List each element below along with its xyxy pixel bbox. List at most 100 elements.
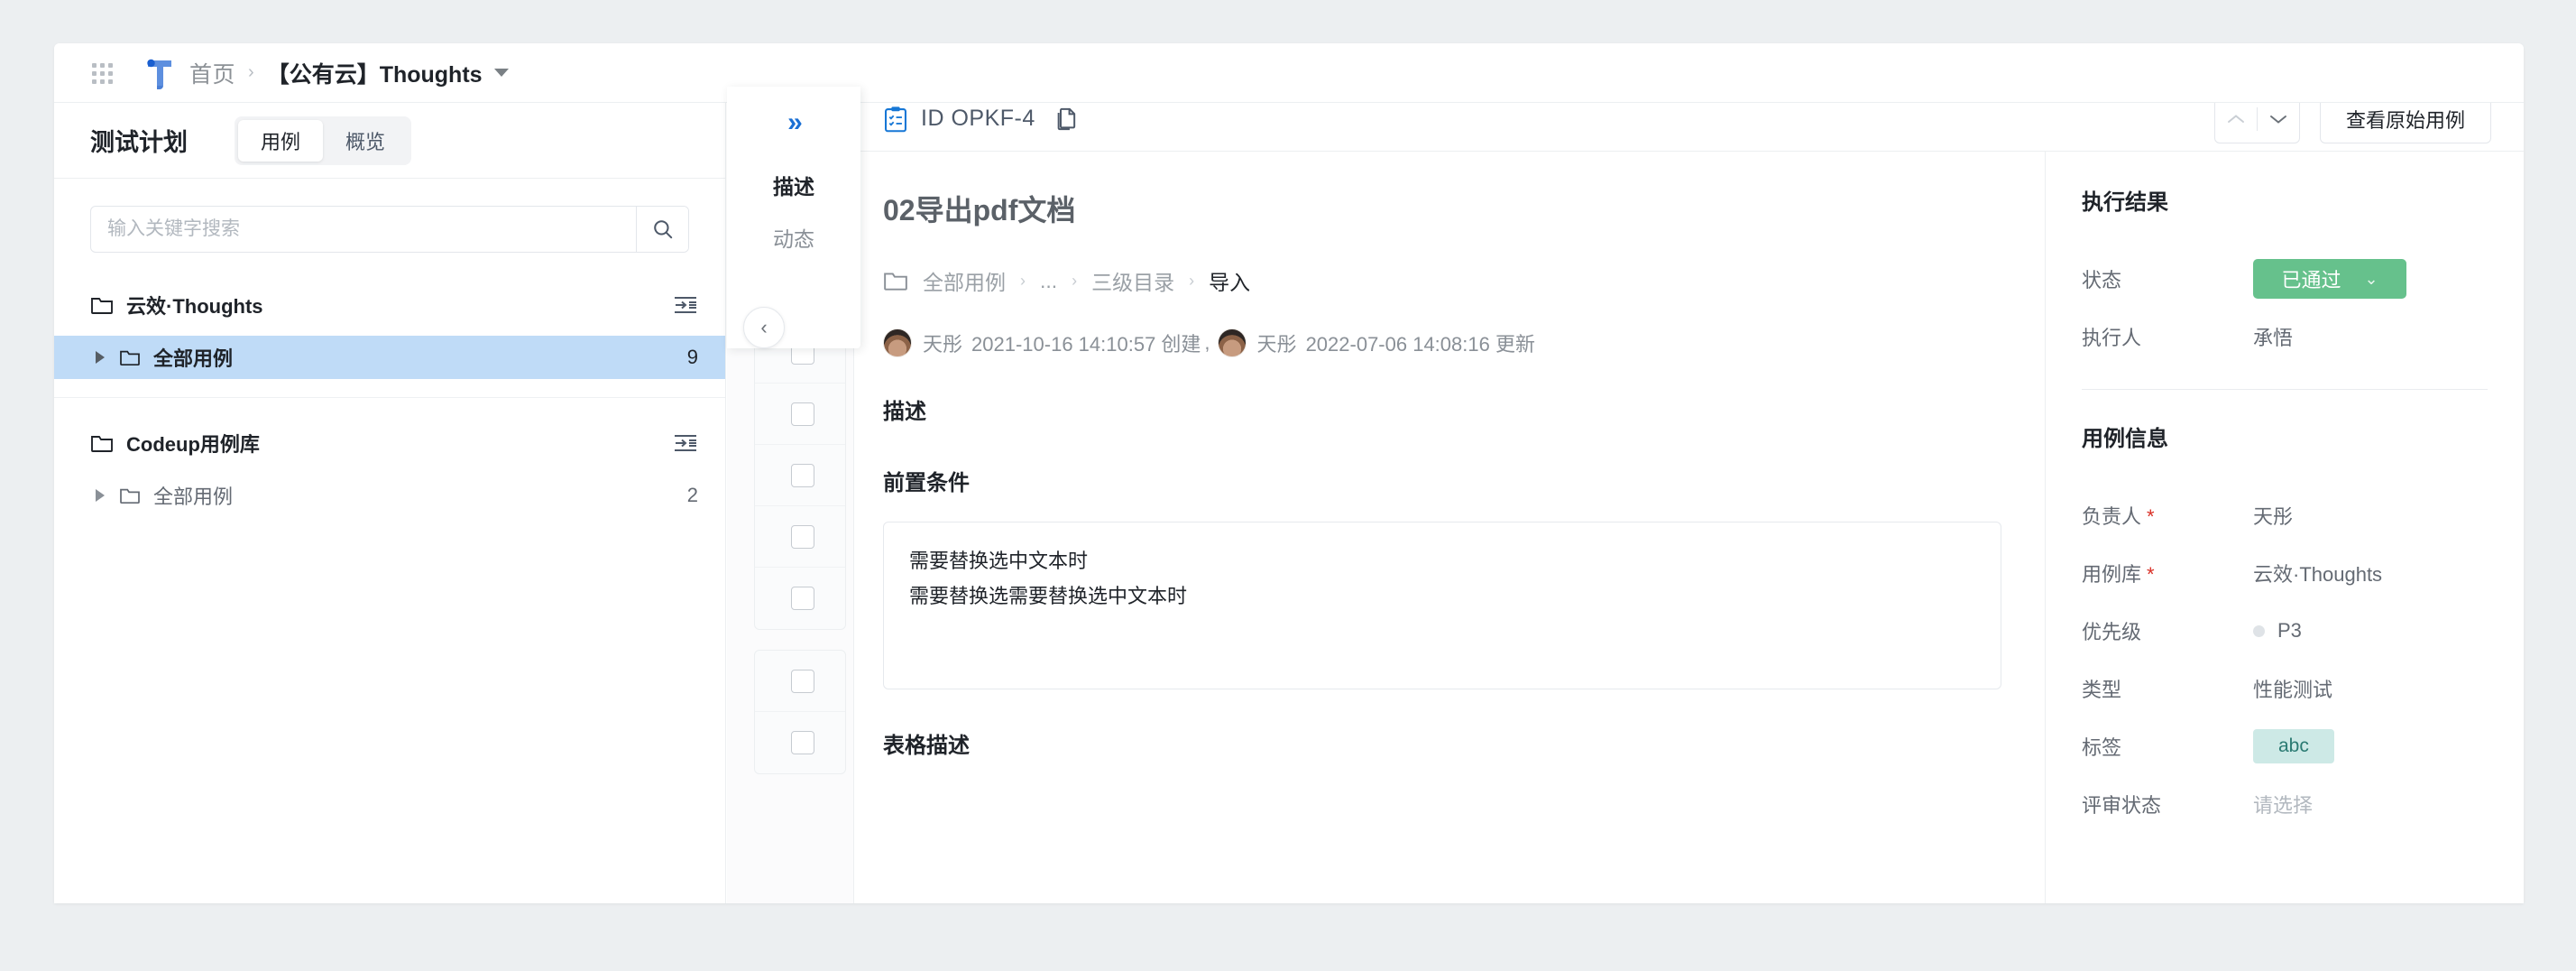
field-value-placeholder[interactable]: 请选择: [2253, 790, 2313, 818]
tag-chip[interactable]: abc: [2253, 729, 2334, 763]
row-checkbox[interactable]: [791, 731, 814, 754]
field-status: 状态 已通过 ⌄: [2082, 250, 2488, 308]
field-priority: 优先级 P3: [2082, 602, 2488, 660]
tab-overview[interactable]: 概览: [323, 120, 408, 162]
field-value[interactable]: 承悟: [2253, 322, 2293, 351]
field-label: 优先级: [2082, 621, 2142, 643]
breadcrumb-separator: ›: [1072, 271, 1078, 290]
field-tags: 标签 abc: [2082, 717, 2488, 775]
field-label-text: 用例库: [2082, 563, 2142, 586]
required-marker: *: [2147, 563, 2155, 586]
breadcrumb-separator: ›: [1189, 271, 1195, 290]
field-label: 标签: [2082, 736, 2122, 759]
search-button[interactable]: [636, 207, 688, 252]
row-checkbox[interactable]: [791, 463, 814, 487]
tree-node-count: 2: [686, 484, 698, 506]
global-topbar: 首页 › 【公有云】Thoughts: [54, 43, 2524, 103]
breadcrumb-current-project[interactable]: 【公有云】Thoughts: [267, 57, 509, 89]
description-heading: 描述: [883, 400, 926, 424]
copy-icon[interactable]: [1055, 106, 1079, 132]
breadcrumb-current-label: 【公有云】Thoughts: [266, 61, 483, 88]
updated-timestamp: 2022-07-06 14:08:16 更新: [1305, 333, 1535, 356]
page-title: 测试计划: [90, 129, 188, 156]
tree-root-label: 云效·Thoughts: [126, 295, 263, 318]
tree-node-label: 全部用例: [153, 347, 234, 370]
avatar: [883, 328, 912, 357]
case-list-row[interactable]: [755, 384, 845, 445]
precondition-line: 需要替换选需要替换选中文本时: [909, 584, 1188, 607]
case-library-tree: 云效·Thoughts 全部用例 9 Codeup用例库 全部用例 2: [54, 253, 725, 535]
folder-icon: [90, 295, 114, 315]
breadcrumb-item-current[interactable]: 导入: [1209, 265, 1250, 296]
breadcrumb-item-all-cases[interactable]: 全部用例: [923, 265, 1006, 296]
row-checkbox[interactable]: [791, 669, 814, 693]
chevron-right-icon[interactable]: [90, 351, 110, 364]
chevron-right-icon[interactable]: [90, 489, 110, 502]
case-id-label: ID OPKF-4: [921, 106, 1035, 131]
priority-dot-icon: [2253, 624, 2265, 637]
execution-result-heading: 执行结果: [2082, 190, 2168, 215]
field-owner: 负责人 * 天彤: [2082, 486, 2488, 544]
field-value[interactable]: 云效·Thoughts: [2253, 559, 2382, 587]
case-list-row[interactable]: [755, 651, 845, 712]
tree-node-all-cases-yunxiao[interactable]: 全部用例 9: [54, 336, 725, 379]
indent-import-icon[interactable]: [673, 294, 698, 316]
folder-icon: [119, 486, 141, 504]
expand-drawer-button[interactable]: »: [727, 87, 860, 159]
required-marker: *: [2147, 505, 2155, 528]
indent-import-icon[interactable]: [673, 432, 698, 454]
apps-grid-icon[interactable]: [92, 62, 119, 84]
sidebar-search-wrap: [54, 179, 725, 253]
field-label: 类型: [2082, 679, 2122, 701]
drawer-tab-activity[interactable]: 动态: [727, 211, 860, 264]
sidebar-header: 测试计划 用例 概览: [54, 103, 725, 179]
row-checkbox[interactable]: [791, 587, 814, 610]
field-value[interactable]: 性能测试: [2253, 674, 2332, 703]
breadcrumb-separator: ›: [1020, 271, 1026, 290]
breadcrumb-home-link[interactable]: 首页: [189, 57, 235, 89]
tree-root-yunxiao[interactable]: 云效·Thoughts: [54, 283, 725, 327]
case-title: 02导出pdf文档: [883, 194, 1076, 227]
status-badge[interactable]: 已通过 ⌄: [2253, 259, 2406, 299]
clipboard-check-icon: [883, 106, 908, 133]
breadcrumb-item-level3[interactable]: 三级目录: [1091, 265, 1174, 296]
case-detail-main: 02导出pdf文档 全部用例 › ... › 三级目录 › 导入 天彤 2021…: [854, 152, 2045, 903]
precondition-textbox[interactable]: 需要替换选中文本时 需要替换选需要替换选中文本时: [883, 522, 2001, 689]
breadcrumb-item-ellipsis[interactable]: ...: [1040, 269, 1057, 293]
folder-icon: [90, 433, 114, 453]
app-window: 首页 › 【公有云】Thoughts 测试计划 用例 概览 输入关键字搜索 云效…: [54, 43, 2524, 903]
priority-value: P3: [2277, 619, 2302, 642]
drawer-tab-description[interactable]: 描述: [727, 159, 860, 211]
chevron-left-icon: ‹: [760, 316, 768, 338]
tree-group-codeup: Codeup用例库 全部用例 2: [54, 397, 725, 535]
case-list-row[interactable]: [755, 568, 845, 629]
tab-cases[interactable]: 用例: [238, 119, 323, 162]
updater-name: 天彤: [1256, 333, 1297, 356]
row-checkbox[interactable]: [791, 524, 814, 549]
precondition-heading: 前置条件: [883, 471, 970, 495]
field-type: 类型 性能测试: [2082, 660, 2488, 717]
tree-root-label: Codeup用例库: [126, 433, 260, 456]
chevron-down-icon: [493, 69, 509, 77]
chevron-down-icon: ⌄: [2364, 269, 2378, 288]
case-list-row[interactable]: [755, 506, 845, 568]
app-root: 首页 › 【公有云】Thoughts 测试计划 用例 概览 输入关键字搜索 云效…: [0, 0, 2576, 971]
field-case-library: 用例库 * 云效·Thoughts: [2082, 544, 2488, 602]
tree-root-codeup[interactable]: Codeup用例库: [54, 421, 725, 465]
row-checkbox[interactable]: [791, 402, 814, 426]
field-label: 执行人: [2082, 327, 2142, 349]
thoughts-logo-icon[interactable]: [143, 55, 177, 91]
search-input[interactable]: [91, 207, 636, 252]
tree-group-yunxiao: 云效·Thoughts 全部用例 9: [54, 283, 725, 397]
precondition-line: 需要替换选中文本时: [909, 550, 1089, 572]
collapse-sidebar-handle[interactable]: ‹: [743, 307, 785, 348]
side-divider: [2082, 389, 2488, 390]
case-list-row[interactable]: [755, 445, 845, 506]
case-list-row[interactable]: [755, 712, 845, 773]
tree-node-all-cases-codeup[interactable]: 全部用例 2: [54, 474, 725, 517]
field-value[interactable]: P3: [2253, 619, 2302, 643]
case-list-card: [754, 650, 846, 774]
folder-icon: [119, 348, 141, 366]
field-value[interactable]: 天彤: [2253, 501, 2293, 530]
case-meta-side-panel: 执行结果 状态 已通过 ⌄ 执行人 承悟 用例信息 负责人 * 天彤 用例库 *…: [2045, 152, 2524, 903]
